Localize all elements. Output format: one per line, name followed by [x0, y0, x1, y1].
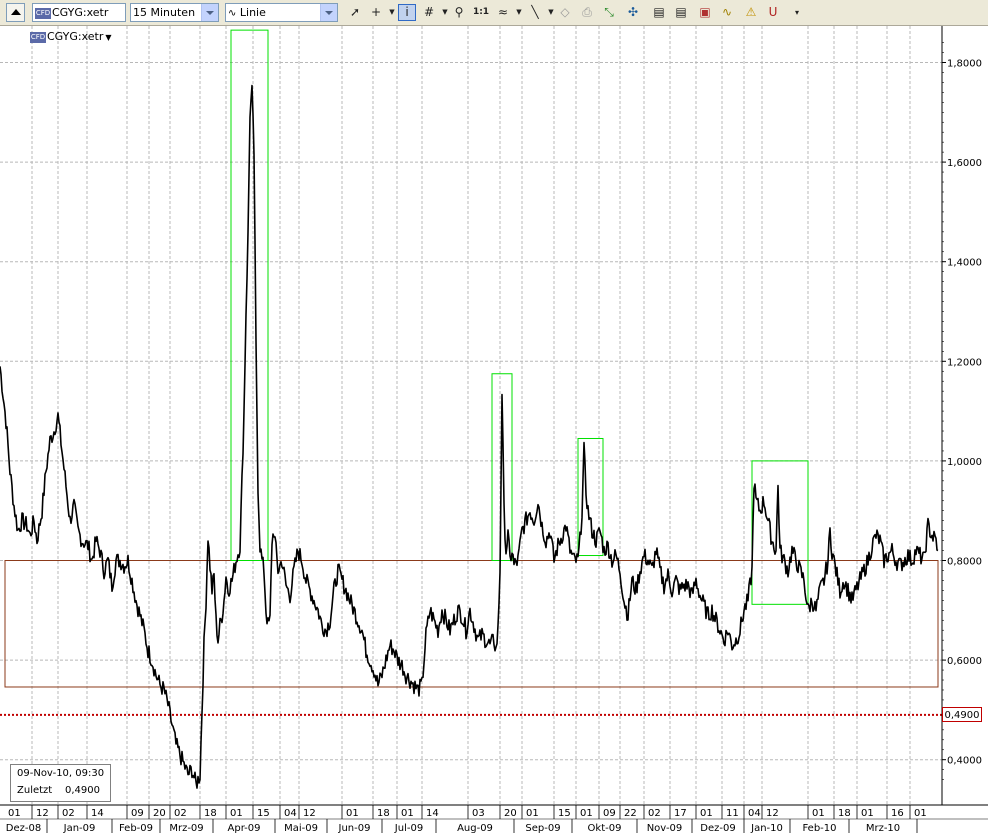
- chart-style-select[interactable]: ∿ Linie: [225, 3, 338, 22]
- cursor-icon[interactable]: ➚: [346, 4, 364, 21]
- eraser-icon[interactable]: ◇: [556, 4, 574, 21]
- x-month-label: Feb-10: [802, 823, 836, 834]
- x-month-label: Dez-09: [700, 823, 735, 834]
- interval-select[interactable]: 15 Minuten: [130, 3, 219, 22]
- x-day-label: 09: [603, 808, 616, 819]
- menu-icon[interactable]: ▾: [788, 4, 806, 21]
- x-day-label: 09: [131, 808, 144, 819]
- chart-area[interactable]: 0,4000 0,6000 0,8000 1,0000 1,2000 1,4000 1,60…: [0, 26, 988, 838]
- one-to-one-icon[interactable]: 1:1: [472, 4, 490, 21]
- x-month-label: Aug-09: [457, 823, 493, 834]
- x-day-label: 18: [204, 808, 217, 819]
- x-month-label: Okt-09: [588, 823, 622, 834]
- x-day-label: 01: [230, 808, 243, 819]
- info-datetime: 09-Nov-10, 09:30: [17, 768, 105, 779]
- doc2-icon[interactable]: ▤: [672, 4, 690, 21]
- x-day-label: 01: [700, 808, 713, 819]
- y-tick-label: 0,6000: [947, 656, 982, 667]
- x-month-label: Mrz-10: [866, 823, 900, 834]
- chevron-down-icon: ▼: [105, 33, 112, 42]
- x-month-label: Nov-09: [647, 823, 683, 834]
- x-month-label: Dez-08: [6, 823, 41, 834]
- warning-icon[interactable]: ⚠: [742, 4, 760, 21]
- y-tick-label: 0,8000: [947, 557, 982, 568]
- x-day-label: 04: [284, 808, 297, 819]
- x-day-label: 15: [257, 808, 270, 819]
- symbol-label[interactable]: CFD CGYG:xetr ▼: [30, 30, 112, 43]
- symbol-label-text: CGYG:xetr: [47, 30, 104, 43]
- interval-select-value: 15 Minuten: [133, 6, 196, 19]
- info-icon[interactable]: i: [398, 4, 416, 21]
- move-icon[interactable]: ✣: [624, 4, 642, 21]
- x-month-label: Jul-09: [394, 823, 423, 834]
- x-day-label: 02: [62, 808, 75, 819]
- price-line: [0, 84, 939, 789]
- magnet-icon[interactable]: U: [764, 4, 782, 21]
- x-day-label: 01: [8, 808, 21, 819]
- cfd-icon: CFD: [35, 7, 51, 19]
- doc-icon[interactable]: ▤: [650, 4, 668, 21]
- x-day-label: 12: [303, 808, 316, 819]
- x-day-label: 12: [36, 808, 49, 819]
- info-last-label: Zuletzt: [17, 785, 53, 796]
- print-icon[interactable]: ⎙: [578, 4, 596, 21]
- info-last-value: 0,4900: [65, 785, 100, 796]
- x-day-label: 04: [748, 808, 761, 819]
- collapse-button[interactable]: [6, 3, 25, 22]
- x-day-label: 12: [766, 808, 779, 819]
- y-tick-label: 1,8000: [947, 59, 982, 70]
- chart-style-select-value: Linie: [239, 6, 266, 19]
- support-zone-box: [4, 560, 939, 688]
- symbol-input[interactable]: CFD CGYG:xetr: [32, 3, 126, 22]
- x-day-label: 01: [914, 808, 927, 819]
- highlight-box: [230, 29, 269, 561]
- x-day-label: 02: [174, 808, 187, 819]
- x-day-label: 01: [401, 808, 414, 819]
- x-day-label: 15: [558, 808, 571, 819]
- line-style-icon: ∿: [228, 8, 237, 19]
- x-day-label: 01: [861, 808, 874, 819]
- y-tick-label: 1,0000: [947, 457, 982, 468]
- indicator-icon[interactable]: ∿: [718, 4, 736, 21]
- y-tick-label: 1,2000: [947, 357, 982, 368]
- x-day-label: 03: [472, 808, 485, 819]
- chevron-down-icon: [320, 4, 337, 21]
- toolbar: CFD CGYG:xetr 15 Minuten ∿ Linie ➚ + ▼ i …: [0, 0, 988, 26]
- y-tick-label: 0,4000: [947, 756, 982, 767]
- x-month-label: Apr-09: [228, 823, 261, 834]
- x-month-label: Mrz-09: [169, 823, 203, 834]
- doc3-icon[interactable]: ▣: [696, 4, 714, 21]
- cfd-icon: CFD: [30, 31, 46, 43]
- symbol-input-value: CGYG:xetr: [52, 6, 109, 19]
- hline-price-label: 0,4900: [942, 706, 982, 722]
- x-month-label: Sep-09: [525, 823, 560, 834]
- x-month-label: Jun-09: [338, 823, 371, 834]
- x-month-label: Jan-09: [63, 823, 96, 834]
- x-day-label: 18: [377, 808, 390, 819]
- x-day-label: 01: [812, 808, 825, 819]
- info-box: 09-Nov-10, 09:30 Zuletzt 0,4900: [10, 764, 111, 802]
- price-chart: 0,4000 0,6000 0,8000 1,0000 1,2000 1,4000 1,60…: [0, 26, 988, 834]
- x-day-label: 02: [648, 808, 661, 819]
- x-day-label: 17: [674, 808, 687, 819]
- x-month-label: Feb-09: [119, 823, 153, 834]
- x-day-label: 20: [504, 808, 517, 819]
- x-day-label: 22: [624, 808, 637, 819]
- x-day-label: 14: [91, 808, 104, 819]
- zoom-icon[interactable]: ⚲: [450, 4, 468, 21]
- x-day-label: 14: [426, 808, 439, 819]
- x-day-label: 11: [726, 808, 739, 819]
- x-day-label: 01: [526, 808, 539, 819]
- x-month-label: Jan-10: [750, 823, 783, 834]
- arrows-icon[interactable]: ⤡: [600, 4, 618, 21]
- x-day-label: 01: [580, 808, 593, 819]
- y-tick-label: 1,4000: [947, 258, 982, 269]
- x-day-label: 18: [838, 808, 851, 819]
- x-month-label: Mai-09: [284, 823, 318, 834]
- chevron-down-icon: [201, 4, 218, 21]
- x-day-label: 20: [153, 808, 166, 819]
- y-tick-label: 1,6000: [947, 158, 982, 169]
- x-day-label: 16: [891, 808, 904, 819]
- x-day-label: 01: [346, 808, 359, 819]
